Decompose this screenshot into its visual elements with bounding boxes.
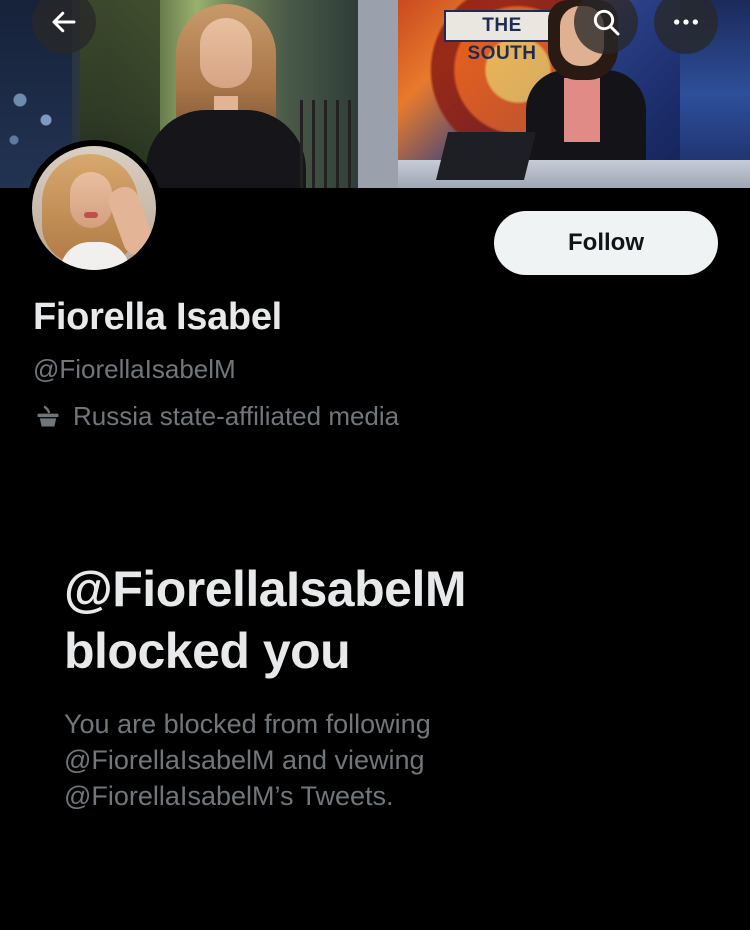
user-handle: @FiorellaIsabelM xyxy=(33,354,236,384)
follow-button[interactable]: Follow xyxy=(494,211,718,275)
blocked-description-line: @FiorellaIsabelM’s Tweets. xyxy=(64,781,394,811)
blocked-description-line: @FiorellaIsabelM and viewing xyxy=(64,745,425,775)
state-media-label-text: Russia state-affiliated media xyxy=(73,400,400,431)
blocked-title-text: blocked you xyxy=(64,623,351,679)
blocked-description: You are blocked from following @Fiorella… xyxy=(64,706,584,814)
blocked-title: @FiorellaIsabelM blocked you xyxy=(64,558,704,682)
banner-sign: THE SOUTH xyxy=(444,10,560,64)
banner-divider xyxy=(358,0,398,188)
search-icon xyxy=(590,6,622,38)
arrow-left-icon xyxy=(49,7,79,37)
display-name: Fiorella Isabel xyxy=(33,296,282,338)
blocked-description-line: You are blocked from following xyxy=(64,709,431,739)
state-media-label[interactable]: Russia state-affiliated media xyxy=(33,399,399,433)
profile-avatar[interactable] xyxy=(26,140,162,276)
state-media-podium-icon xyxy=(33,401,63,431)
more-horizontal-icon xyxy=(670,6,702,38)
blocked-title-handle: @FiorellaIsabelM xyxy=(64,561,467,617)
banner-sign-text: THE SOUTH xyxy=(467,15,537,64)
profile-page: THE SOUTH Follow Fiorella Isabel @Fiorel… xyxy=(0,0,750,930)
avatar-image xyxy=(32,146,156,270)
